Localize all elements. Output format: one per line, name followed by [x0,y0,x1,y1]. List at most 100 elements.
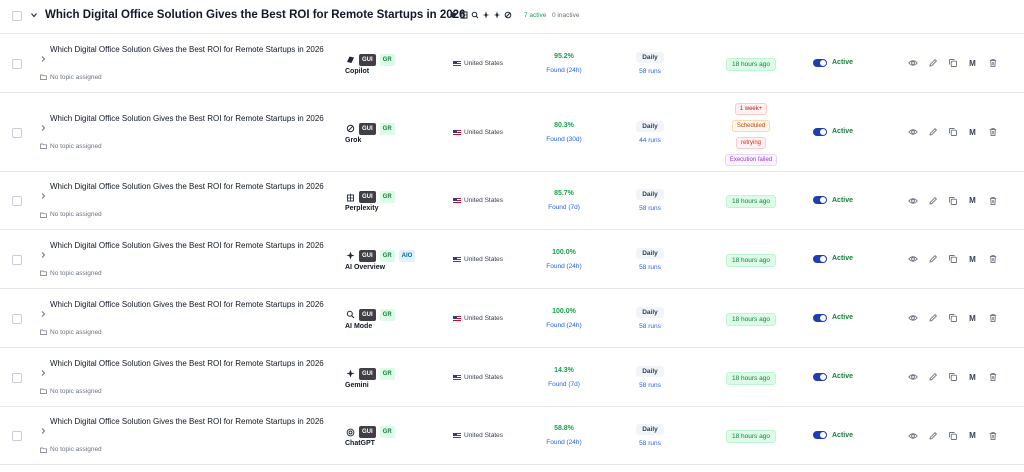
us-flag-icon [453,315,461,321]
tag-aio: AIO [398,249,416,262]
country-text: United States [464,128,504,136]
eye-icon[interactable] [907,372,918,383]
eye-icon[interactable] [907,313,918,324]
copy-icon[interactable] [947,372,958,383]
prompt-title[interactable]: Which Digital Office Solution Gives the … [50,112,335,125]
topic-label[interactable]: No topic assigned [40,329,102,336]
chevron-right-icon[interactable] [40,124,46,132]
m-button[interactable]: M [967,255,978,264]
runs-link[interactable]: 58 runs [630,264,670,271]
topic-label[interactable]: No topic assigned [40,143,102,150]
m-button[interactable]: M [967,59,978,68]
chevron-right-icon[interactable] [40,369,46,377]
topic-label[interactable]: No topic assigned [40,270,102,277]
folder-icon [40,270,47,276]
row-checkbox[interactable] [12,313,22,324]
edit-icon[interactable] [927,195,938,206]
prompt-title[interactable]: Which Digital Office Solution Gives the … [50,298,335,311]
chevron-right-icon[interactable] [40,251,46,259]
topic-label[interactable]: No topic assigned [40,446,102,453]
engine-name: Perplexity [345,205,379,212]
chevron-right-icon[interactable] [40,55,46,63]
found-window-link[interactable]: Found (24h) [534,263,594,270]
runs-link[interactable]: 58 runs [630,68,670,75]
edit-icon[interactable] [927,372,938,383]
eye-icon[interactable] [907,58,918,69]
copy-icon[interactable] [947,58,958,69]
topic-label[interactable]: No topic assigned [40,211,102,218]
edit-icon[interactable] [927,430,938,441]
runs-link[interactable]: 58 runs [630,382,670,389]
group-select-checkbox[interactable] [12,11,22,21]
trash-icon[interactable] [987,372,998,383]
m-button[interactable]: M [967,373,978,382]
m-button[interactable]: M [967,431,978,440]
active-toggle[interactable] [813,127,827,136]
eye-icon[interactable] [907,430,918,441]
row-checkbox[interactable] [12,196,22,206]
topic-label[interactable]: No topic assigned [40,74,102,81]
edit-icon[interactable] [927,127,938,138]
m-button[interactable]: M [967,128,978,137]
copy-icon[interactable] [947,195,958,206]
runs-link[interactable]: 58 runs [630,440,670,447]
prompt-title[interactable]: Which Digital Office Solution Gives the … [50,239,335,252]
found-window-link[interactable]: Found (7d) [534,381,594,388]
row-checkbox[interactable] [12,372,22,383]
chevron-down-icon[interactable] [29,10,39,20]
trash-icon[interactable] [987,313,998,324]
prompt-title[interactable]: Which Digital Office Solution Gives the … [50,180,335,193]
copy-icon[interactable] [947,127,958,138]
frequency-badge: Daily [636,247,664,259]
prompt-title[interactable]: Which Digital Office Solution Gives the … [50,415,335,428]
row-checkbox[interactable] [12,58,22,69]
row-checkbox[interactable] [12,254,22,265]
us-flag-icon [453,256,461,262]
trash-icon[interactable] [987,254,998,265]
found-window-link[interactable]: Found (24h) [534,439,594,446]
trash-icon[interactable] [987,430,998,441]
active-toggle[interactable] [813,58,827,67]
row-checkbox[interactable] [12,127,22,138]
runs-link[interactable]: 44 runs [630,137,670,144]
eye-icon[interactable] [907,254,918,265]
row-actions: M [907,254,998,265]
active-toggle[interactable] [813,372,827,381]
row-actions: M [907,430,998,441]
prompt-title[interactable]: Which Digital Office Solution Gives the … [50,43,335,56]
topic-text: No topic assigned [50,142,102,150]
found-window-link[interactable]: Found (24h) [534,67,594,74]
chevron-right-icon[interactable] [40,427,46,435]
copy-icon[interactable] [947,430,958,441]
active-toggle[interactable] [813,313,827,322]
runs-link[interactable]: 58 runs [630,323,670,330]
eye-icon[interactable] [907,127,918,138]
edit-icon[interactable] [927,58,938,69]
edit-icon[interactable] [927,313,938,324]
active-toggle[interactable] [813,196,827,204]
runs-link[interactable]: 58 runs [630,205,670,212]
topic-label[interactable]: No topic assigned [40,388,102,395]
active-toggle[interactable] [813,254,827,263]
active-toggle[interactable] [813,431,827,439]
found-window-link[interactable]: Found (24h) [534,322,594,329]
copy-icon[interactable] [947,254,958,265]
row-checkbox[interactable] [12,431,22,441]
prompt-title[interactable]: Which Digital Office Solution Gives the … [50,357,335,370]
chevron-right-icon[interactable] [40,192,46,200]
trash-icon[interactable] [987,195,998,206]
m-button[interactable]: M [967,196,978,205]
visibility-percent: 80.3% [554,121,574,129]
edit-icon[interactable] [927,254,938,265]
m-button[interactable]: M [967,314,978,323]
ai-mode-icon [471,11,479,19]
eye-icon[interactable] [907,195,918,206]
chevron-right-icon[interactable] [40,310,46,318]
found-window-link[interactable]: Found (7d) [534,204,594,211]
folder-icon [40,329,47,335]
found-window-link[interactable]: Found (30d) [534,136,594,143]
copy-icon[interactable] [947,313,958,324]
trash-icon[interactable] [987,58,998,69]
trash-icon[interactable] [987,127,998,138]
tag-gr: GR [379,308,395,321]
